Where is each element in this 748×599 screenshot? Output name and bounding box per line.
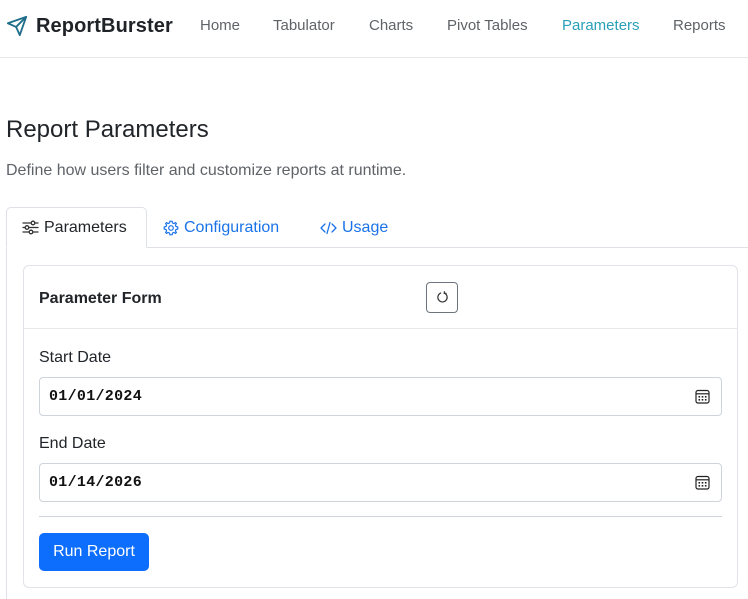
brand[interactable]: ReportBurster	[6, 13, 173, 39]
start-date-value: 01/01/2024	[49, 388, 143, 405]
calendar-icon[interactable]	[695, 475, 710, 490]
nav-parameters[interactable]: Parameters	[562, 16, 640, 36]
code-icon	[320, 221, 337, 234]
nav-tabulator[interactable]: Tabulator	[273, 16, 335, 36]
run-report-button[interactable]: Run Report	[39, 533, 149, 571]
refresh-button[interactable]	[426, 282, 458, 313]
card-header: Parameter Form	[24, 266, 737, 329]
nav-charts[interactable]: Charts	[369, 16, 413, 36]
page-title: Report Parameters	[6, 116, 209, 143]
tab-usage-label: Usage	[342, 218, 389, 236]
card-title: Parameter Form	[39, 290, 162, 307]
sliders-icon	[22, 220, 39, 235]
tab-configuration-label: Configuration	[184, 218, 280, 236]
page-subtitle: Define how users filter and customize re…	[6, 162, 407, 179]
start-date-label: Start Date	[39, 349, 112, 366]
start-date-input[interactable]: 01/01/2024	[39, 377, 722, 416]
parameter-form-card: Parameter Form Start Date 01/01/2024 End…	[23, 265, 738, 588]
tab-parameters[interactable]: Parameters	[6, 207, 147, 248]
brand-name: ReportBurster	[36, 14, 173, 37]
calendar-icon[interactable]	[695, 389, 710, 404]
end-date-input[interactable]: 01/14/2026	[39, 463, 722, 502]
end-date-label: End Date	[39, 435, 106, 452]
form-divider	[39, 516, 722, 517]
tab-parameters-label: Parameters	[44, 218, 127, 236]
gear-icon	[163, 220, 179, 235]
tab-usage[interactable]: Usage	[320, 207, 388, 248]
refresh-icon	[436, 291, 448, 303]
top-navbar: ReportBurster Home Tabulator Charts Pivo…	[0, 0, 748, 58]
tab-configuration[interactable]: Configuration	[163, 207, 279, 248]
end-date-value: 01/14/2026	[49, 474, 143, 491]
paper-plane-icon	[6, 15, 28, 37]
nav-home[interactable]: Home	[200, 16, 240, 36]
nav-pivot-tables[interactable]: Pivot Tables	[447, 16, 528, 36]
nav-reports[interactable]: Reports	[673, 16, 726, 36]
